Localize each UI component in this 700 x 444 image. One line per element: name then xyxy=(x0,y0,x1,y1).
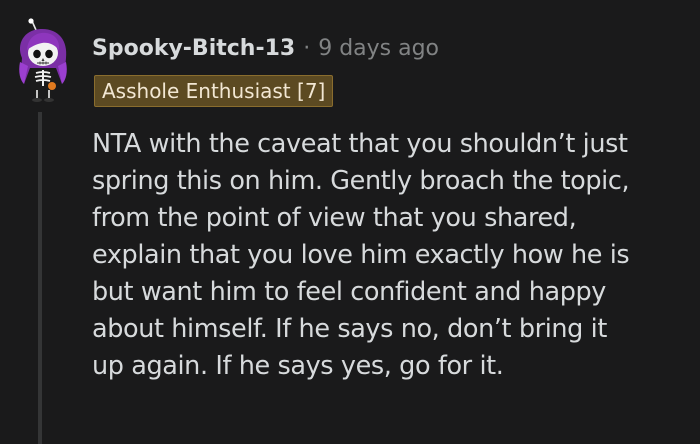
comment-body-line: NTA with the caveat that you shouldn’t j… xyxy=(92,129,628,159)
comment-meta: Spooky-Bitch-13 · 9 days ago xyxy=(92,30,439,66)
comment-body-line: explain that you love him exactly how he… xyxy=(92,240,630,270)
comment-body-line: up again. If he says yes, go for it. xyxy=(92,351,504,381)
user-flair: Asshole Enthusiast [7] xyxy=(94,75,334,107)
comment-body-line: spring this on him. Gently broach the to… xyxy=(92,166,630,196)
comment-body: NTA with the caveat that you shouldn’t j… xyxy=(92,126,692,385)
comment: Spooky-Bitch-13 · 9 days ago Asshole Ent… xyxy=(0,0,700,444)
comment-body-line: but want him to feel confident and happy xyxy=(92,277,606,307)
comment-body-line: from the point of view that you shared, xyxy=(92,203,577,233)
comment-timestamp[interactable]: 9 days ago xyxy=(318,36,439,61)
skeleton-avatar-icon xyxy=(19,18,67,102)
thread-line[interactable] xyxy=(38,112,42,444)
user-avatar[interactable] xyxy=(14,18,72,102)
username-link[interactable]: Spooky-Bitch-13 xyxy=(92,36,295,61)
meta-separator: · xyxy=(303,35,311,61)
comment-body-line: about himself. If he says no, don’t brin… xyxy=(92,314,607,344)
